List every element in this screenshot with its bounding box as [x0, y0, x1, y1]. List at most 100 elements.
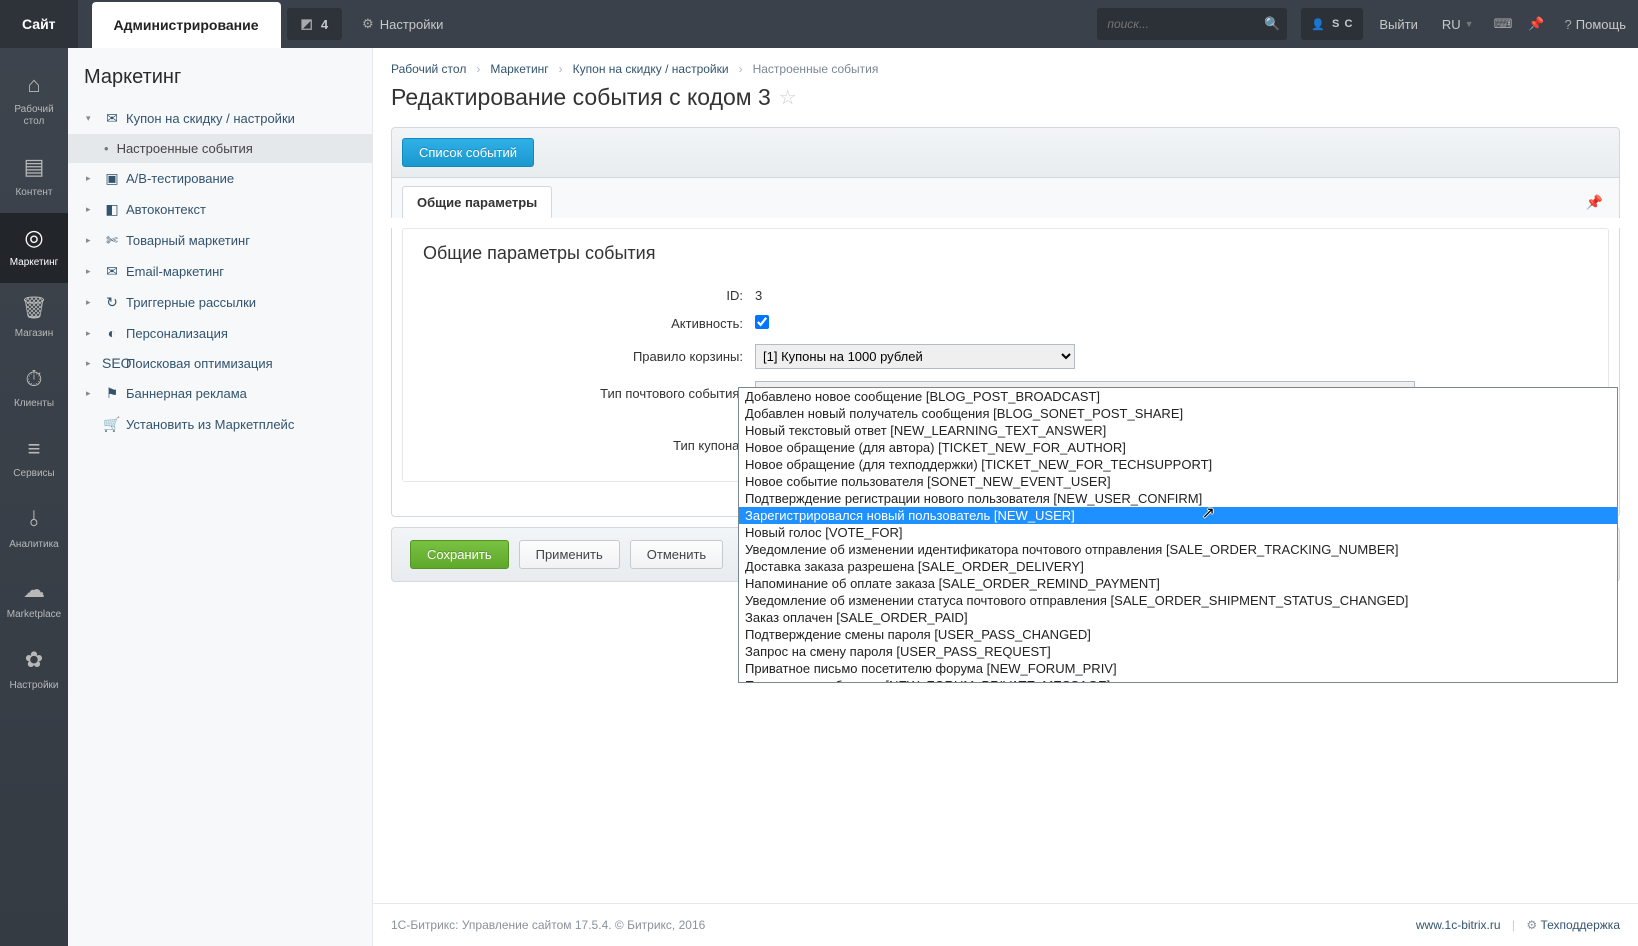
crumb-1[interactable]: Маркетинг — [490, 62, 548, 76]
tree-item-icon: ▣ — [102, 170, 122, 187]
footer: 1С-Битрикс: Управление сайтом 17.5.4. © … — [373, 903, 1638, 946]
dropdown-option-5[interactable]: Новое событие пользователя [SONET_NEW_EV… — [739, 473, 1617, 490]
notifications-button[interactable]: ◩ 4 — [287, 8, 343, 40]
cancel-button[interactable]: Отменить — [630, 540, 723, 569]
sidebar-item-6[interactable]: ▸↻Триггерные рассылки — [68, 287, 372, 318]
tree-toggle-icon[interactable]: ▸ — [86, 388, 98, 399]
keyboard-icon[interactable]: ⌨ — [1486, 0, 1521, 48]
lang-selector[interactable]: RU ▼ — [1430, 0, 1486, 48]
sidebar-item-7[interactable]: ▸◐Персонализация — [68, 318, 372, 348]
topbar: Сайт Администрирование ◩ 4 ⚙ Настройки 🔍… — [0, 0, 1638, 48]
rail-label: Магазин — [15, 328, 54, 340]
tree-item-icon: ✄ — [102, 232, 122, 249]
dropdown-option-17[interactable]: Приватное сообщение [NEW_FORUM_PRIVATE_M… — [739, 677, 1617, 683]
settings-link[interactable]: ⚙ Настройки — [348, 0, 457, 48]
event-list-button[interactable]: Список событий — [402, 138, 534, 167]
sidebar-item-2[interactable]: ▸▣A/B-тестирование — [68, 163, 372, 194]
rail-item-5[interactable]: ≡Сервисы — [0, 424, 68, 494]
pin-panel-icon[interactable]: 📌 — [1586, 194, 1609, 211]
pin-icon[interactable]: 📌 — [1520, 0, 1552, 48]
footer-support-link[interactable]: Техподдержка — [1540, 918, 1620, 932]
tree-toggle-icon[interactable]: ▸ — [86, 173, 98, 184]
dropdown-option-1[interactable]: Добавлен новый получатель сообщения [BLO… — [739, 405, 1617, 422]
dropdown-option-8[interactable]: Новый голос [VOTE_FOR] — [739, 524, 1617, 541]
sidebar-item-5[interactable]: ▸✉Email-маркетинг — [68, 256, 372, 287]
sidebar-item-3[interactable]: ▸◧Автоконтекст — [68, 194, 372, 225]
event-type-dropdown[interactable]: Добавлено новое сообщение [BLOG_POST_BRO… — [738, 387, 1618, 683]
crumb-separator: › — [466, 62, 490, 76]
tree-item-label: Купон на скидку / настройки — [126, 111, 295, 126]
search-input[interactable] — [1107, 17, 1264, 31]
rail-label: Контент — [15, 187, 52, 199]
crumb-separator: › — [549, 62, 573, 76]
tab-site[interactable]: Сайт — [0, 0, 78, 48]
rail-item-4[interactable]: ⏱Клиенты — [0, 354, 68, 424]
dropdown-option-15[interactable]: Запрос на смену пароля [USER_PASS_REQUES… — [739, 643, 1617, 660]
sidebar-item-10[interactable]: 🛒Установить из Маркетплейс — [68, 409, 372, 440]
sidebar-item-0[interactable]: ▾✉Купон на скидку / настройки — [68, 103, 372, 134]
dropdown-option-4[interactable]: Новое обращение (для техподдержки) [TICK… — [739, 456, 1617, 473]
rail-item-8[interactable]: ✿Настройки — [0, 635, 68, 705]
rail-item-3[interactable]: 🗑Магазин — [0, 283, 68, 353]
dropdown-option-11[interactable]: Напоминание об оплате заказа [SALE_ORDER… — [739, 575, 1617, 592]
tree-toggle-icon[interactable]: ▾ — [86, 113, 98, 124]
tab-admin[interactable]: Администрирование — [92, 2, 281, 48]
dropdown-option-13[interactable]: Заказ оплачен [SALE_ORDER_PAID] — [739, 609, 1617, 626]
dropdown-option-2[interactable]: Новый текстовый ответ [NEW_LEARNING_TEXT… — [739, 422, 1617, 439]
dropdown-option-10[interactable]: Доставка заказа разрешена [SALE_ORDER_DE… — [739, 558, 1617, 575]
tree-item-label: Email-маркетинг — [126, 264, 224, 279]
crumb-2[interactable]: Купон на скидку / настройки — [573, 62, 729, 76]
rail-item-0[interactable]: ⌂Рабочий стол — [0, 60, 68, 142]
help-link[interactable]: ? Помощь — [1553, 0, 1638, 48]
sidebar-item-4[interactable]: ▸✄Товарный маркетинг — [68, 225, 372, 256]
content: Список событий Общие параметры 📌 Общие п… — [373, 127, 1638, 600]
row-active: Активность: — [403, 309, 1608, 338]
tree-toggle-icon[interactable]: ▸ — [86, 266, 98, 277]
bell-icon: ◩ — [301, 16, 313, 32]
dropdown-option-12[interactable]: Уведомление об изменении статуса почтово… — [739, 592, 1617, 609]
tree-toggle-icon[interactable]: ▸ — [86, 328, 98, 339]
dropdown-option-16[interactable]: Приватное письмо посетителю форума [NEW_… — [739, 660, 1617, 677]
dropdown-option-14[interactable]: Подтверждение смены пароля [USER_PASS_CH… — [739, 626, 1617, 643]
dropdown-option-3[interactable]: Новое обращение (для автора) [TICKET_NEW… — [739, 439, 1617, 456]
tree-toggle-icon[interactable]: ▸ — [86, 204, 98, 215]
user-menu[interactable]: 👤 S C — [1301, 8, 1363, 40]
sidebar-item-9[interactable]: ▸⚑Баннерная реклама — [68, 378, 372, 409]
tree-toggle-icon[interactable]: ▸ — [86, 297, 98, 308]
favorite-star-icon[interactable]: ☆ — [779, 85, 797, 110]
sidebar: Маркетинг ▾✉Купон на скидку / настройкиН… — [68, 48, 373, 946]
tree-toggle-icon[interactable]: ▸ — [86, 235, 98, 246]
tabs-row: Общие параметры 📌 — [391, 178, 1620, 218]
rail-icon: ☁ — [23, 577, 45, 603]
tab-general[interactable]: Общие параметры — [402, 186, 552, 218]
apply-button[interactable]: Применить — [519, 540, 620, 569]
user-icon: 👤 — [1311, 18, 1326, 31]
sidebar-item-8[interactable]: ▸SEOПоисковая оптимизация — [68, 348, 372, 378]
help-icon: ? — [1565, 17, 1572, 32]
rail-item-6[interactable]: ⫰Аналитика — [0, 494, 68, 564]
search-icon[interactable]: 🔍 — [1264, 16, 1280, 32]
save-button[interactable]: Сохранить — [410, 540, 509, 569]
rail-label: Маркетинг — [10, 257, 59, 269]
footer-copyright: 1С-Битрикс: Управление сайтом 17.5.4. © … — [391, 918, 705, 932]
crumb-0[interactable]: Рабочий стол — [391, 62, 466, 76]
select-rule[interactable]: [1] Купоны на 1000 рублей — [755, 344, 1075, 369]
tree-toggle-icon[interactable]: ▸ — [86, 358, 98, 369]
checkbox-active[interactable] — [755, 315, 769, 329]
dropdown-option-0[interactable]: Добавлено новое сообщение [BLOG_POST_BRO… — [739, 388, 1617, 405]
rail-item-2[interactable]: ◎Маркетинг — [0, 213, 68, 283]
dropdown-option-7[interactable]: Зарегистрировался новый пользователь [NE… — [739, 507, 1617, 524]
gear-icon: ⚙ — [362, 16, 374, 32]
dropdown-option-6[interactable]: Подтверждение регистрации нового пользов… — [739, 490, 1617, 507]
dropdown-option-9[interactable]: Уведомление об изменении идентификатора … — [739, 541, 1617, 558]
footer-site-link[interactable]: www.1c-bitrix.ru — [1416, 918, 1501, 932]
label-rule: Правило корзины: — [403, 349, 755, 364]
rail-item-1[interactable]: ▤Контент — [0, 142, 68, 212]
rail-item-7[interactable]: ☁ Marketplace — [0, 565, 68, 635]
logout-link[interactable]: Выйти — [1367, 0, 1430, 48]
rail-label: Marketplace — [7, 609, 61, 621]
sidebar-item-1[interactable]: Настроенные события — [68, 134, 372, 163]
search-box[interactable]: 🔍 — [1097, 8, 1287, 40]
left-rail: ⌂Рабочий стол▤Контент◎Маркетинг🗑Магазин⏱… — [0, 48, 68, 946]
crumb-3: Настроенные события — [753, 62, 879, 76]
